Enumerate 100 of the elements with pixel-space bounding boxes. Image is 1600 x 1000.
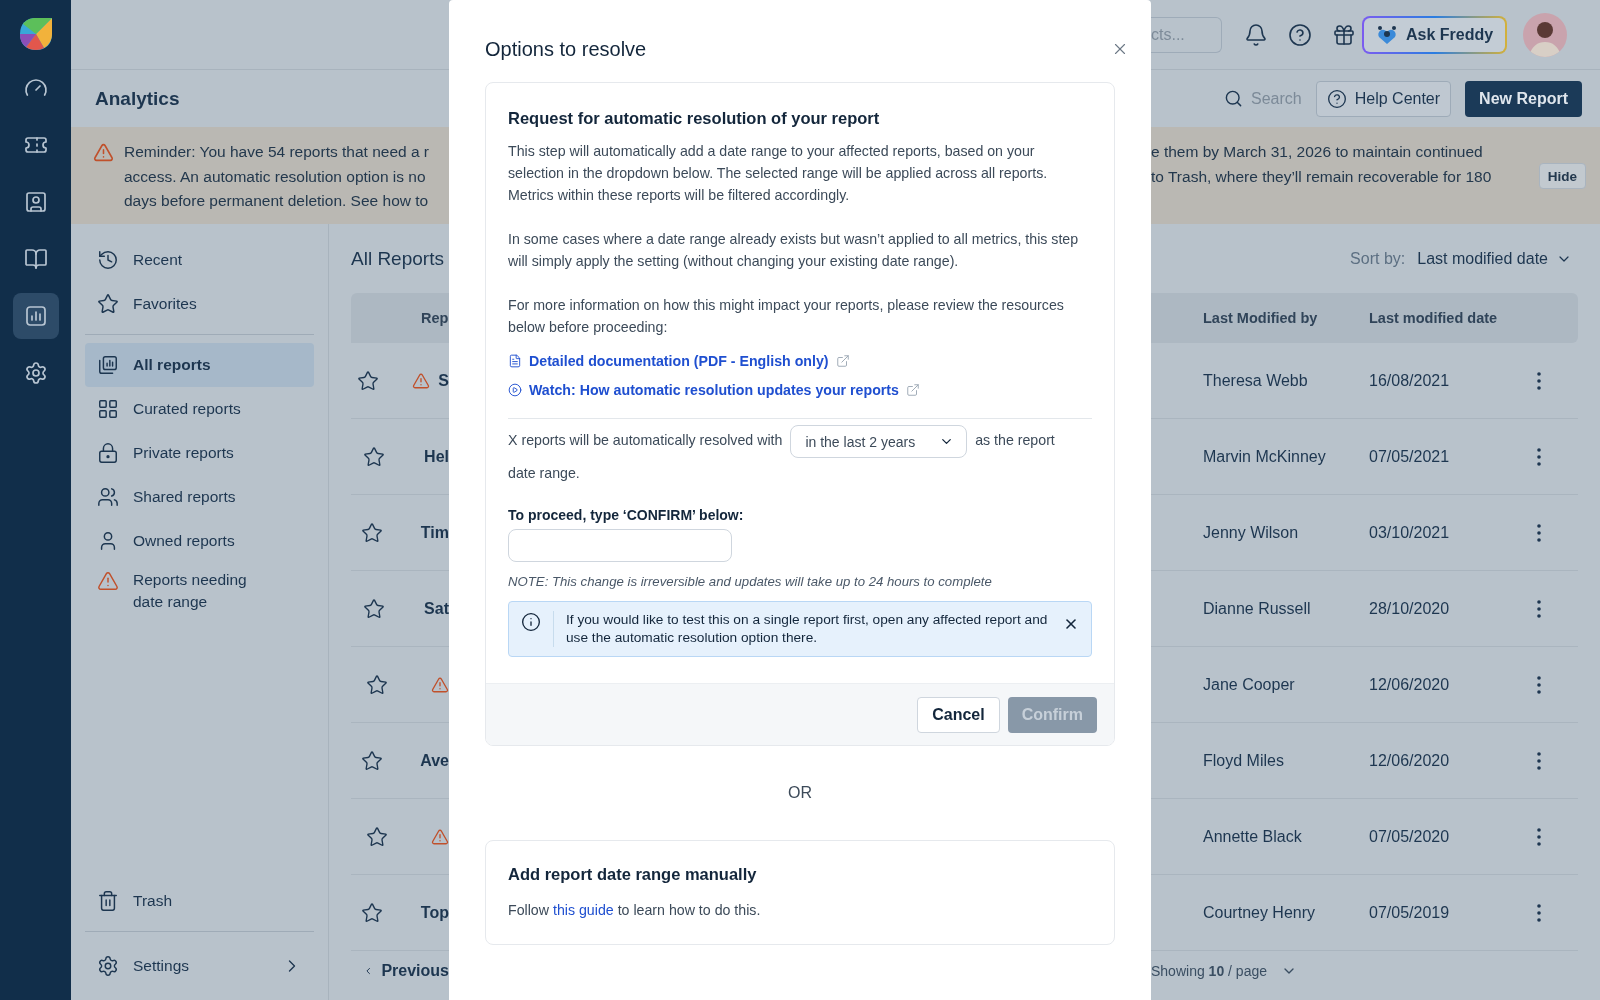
new-report-button[interactable]: New Report [1465,80,1582,117]
paragraph: This step will automatically add a date range to your affected reports, based on your selection in the dropdown below. The selected range will be applied across all reports. Metrics within these reports will be filtered accordingly. [508,142,1049,205]
table-cell-text: 16/08/2021 [1369,371,1451,390]
sidebar-item[interactable]: Shared reports [85,475,314,519]
more-options-button[interactable] [1537,523,1541,542]
banner-text: days before permanent deletion. See how to [124,191,430,211]
table-cell-text: 28/10/2020 [1369,599,1451,618]
sidebar-item[interactable]: Reports needing date range [85,563,314,619]
notifications-button[interactable] [1244,22,1268,47]
kebab-icon [1537,371,1541,390]
dialog-title: Options to resolve [485,37,647,61]
table-cell-text: Annette Black [1202,827,1303,846]
page-size-dropdown[interactable]: Showing 10 / page [1151,951,1578,991]
gift-icon [1332,22,1356,47]
table-cell-text: Jane Cooper [1202,675,1296,694]
report-name[interactable]: Sat [424,599,449,618]
more-options-button[interactable] [1537,675,1541,694]
banner-text: access. An automatic resolution option is no [124,166,427,187]
favorite-star-icon[interactable] [366,825,388,848]
report-name[interactable]: Tim [420,523,449,542]
help-center-button[interactable]: Help Center [1315,80,1452,117]
resource-link[interactable]: Detailed documentation (PDF - English only) [529,352,829,369]
favorite-star-icon[interactable] [366,673,388,696]
table-cell-text: 07/05/2019 [1369,903,1451,922]
grid-icon [97,398,119,420]
star-icon [97,293,119,315]
settings-icon [97,955,119,977]
sidebar-item[interactable]: Settings [85,944,314,988]
table-cell-text: 12/06/2020 [1369,751,1451,770]
sidebar-item[interactable]: Favorites [85,282,314,326]
table-cell-text: 03/10/2021 [1369,523,1451,542]
kebab-icon [1537,447,1541,466]
more-options-button[interactable] [1537,371,1541,390]
ask-assistant-button[interactable]: Ask Freddy [1362,15,1508,54]
kebab-icon [1537,599,1541,618]
sidebar-item[interactable]: All reports [85,343,314,387]
kebab-icon [1537,751,1541,770]
sidebar-item[interactable]: Owned reports [85,519,314,563]
close-icon[interactable] [1063,616,1079,632]
external-link-icon [905,382,920,397]
resource-link[interactable]: Watch: How automatic resolution updates your reports [529,381,899,398]
book-icon [23,247,48,271]
kebab-icon [1537,827,1541,846]
table-cell-text: 12/06/2020 [1369,675,1451,694]
help-icon [1326,88,1347,109]
lock-icon [97,442,119,464]
table-cell-text: Dianne Russell [1202,599,1312,618]
paragraph: In some cases where a date range already exists but wasn’t applied to all metrics, this step will simply apply the setting (without changing your existing date range). [508,230,1080,271]
more-options-button[interactable] [1537,827,1541,846]
sort-dropdown[interactable]: Last modified date [1417,249,1572,268]
favorite-star-icon[interactable] [356,369,379,392]
table-cell-text: Theresa Webb [1202,371,1309,390]
favorite-star-icon[interactable] [362,597,385,620]
sort-label: Sort by: [1350,249,1406,268]
history-icon [97,249,119,271]
section-title: All Reports [351,247,444,270]
search-icon [1224,89,1243,108]
sidebar-item[interactable]: Curated reports [85,387,314,431]
banner-text: Reminder: You have 54 reports that need a r [124,142,430,162]
gift-button[interactable] [1332,22,1356,47]
page-title: Analytics [95,87,180,110]
help-button[interactable] [1288,22,1312,47]
guide-link[interactable]: this guide [552,902,614,918]
more-options-button[interactable] [1537,751,1541,770]
help-icon [1288,22,1312,47]
sidebar-item[interactable]: Trash [85,879,314,923]
report-name[interactable]: Top [420,903,449,922]
resolve-sentence: X reports will be automatically resolved with in the last 2 years as the report date range. [508,425,1068,489]
more-options-button[interactable] [1537,903,1541,922]
warning-icon [97,570,119,592]
favorite-star-icon[interactable] [360,749,383,772]
sidebar-item[interactable]: Recent [85,238,314,282]
favorite-star-icon[interactable] [360,901,383,924]
report-name[interactable]: Hel [424,447,449,466]
paragraph: For more information on how this might impact your reports, please review the resources below before proceeding: [508,296,1065,337]
report-name[interactable]: Ave [420,751,449,770]
more-options-button[interactable] [1537,599,1541,618]
settings-icon [23,361,48,385]
cancel-button[interactable]: Cancel [917,696,1000,733]
sidebar-item[interactable]: Private reports [85,431,314,475]
more-options-button[interactable] [1537,447,1541,466]
rail-button[interactable] [12,293,59,339]
card-heading: Add report date range manually [508,865,758,884]
contact-card-icon [23,190,48,214]
chart-stack-icon [97,354,119,376]
warning-icon [93,142,114,163]
previous-link[interactable]: Previous [363,951,449,991]
kebab-icon [1537,675,1541,694]
play-icon [508,382,522,397]
table-cell-text: 07/05/2020 [1369,827,1451,846]
note-text: NOTE: This change is irreversible and updates will take up to 24 hours to complete [508,574,993,589]
report-name[interactable]: S [438,371,449,390]
favorite-star-icon[interactable] [362,445,385,468]
users-icon [97,486,119,508]
hide-button[interactable]: Hide [1538,163,1586,189]
assistant-icon [1376,24,1398,45]
confirm-input[interactable] [508,529,732,562]
date-range-dropdown[interactable]: in the last 2 years [790,425,968,458]
favorite-star-icon[interactable] [360,521,383,544]
table-cell-text: Marvin McKinney [1202,447,1327,466]
